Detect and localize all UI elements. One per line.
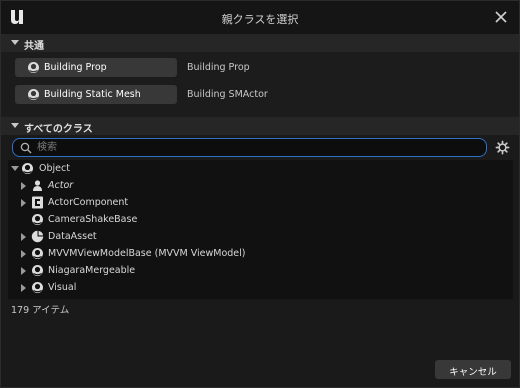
- expand-arrow-icon[interactable]: [21, 284, 26, 292]
- expand-arrow-icon[interactable]: [21, 250, 26, 258]
- class-sphere-icon: [32, 214, 43, 225]
- title-bar: 親クラスを選択: [1, 1, 519, 34]
- building-static-mesh-description: Building SMActor: [187, 89, 268, 100]
- class-sphere-icon: [22, 163, 33, 174]
- collapse-arrow-icon: [11, 40, 19, 45]
- tree-item-actor[interactable]: Actor: [8, 177, 513, 194]
- tree-item-mvvmviewmodelbase[interactable]: MVVMViewModelBase (MVVM ViewModel): [8, 245, 513, 262]
- gear-icon[interactable]: [495, 140, 510, 155]
- actor-icon: [33, 180, 42, 191]
- tree-item-label: CameraShakeBase: [48, 214, 138, 225]
- component-icon: [32, 196, 43, 209]
- tree-item-camerashakebase[interactable]: CameraShakeBase: [8, 211, 513, 228]
- building-prop-description: Building Prop: [187, 62, 250, 73]
- tree-item-actorcomponent[interactable]: ActorComponent: [8, 194, 513, 211]
- class-sphere-icon: [32, 248, 43, 259]
- data-asset-icon: [31, 230, 44, 243]
- search-input[interactable]: [37, 140, 477, 155]
- common-classes-list: Building Prop Building Prop Building Sta…: [1, 52, 519, 117]
- search-box[interactable]: [12, 138, 487, 157]
- tree-item-label: MVVMViewModelBase (MVVM ViewModel): [48, 248, 246, 259]
- tree-item-label: Visual: [48, 282, 77, 293]
- search-icon: [20, 142, 32, 154]
- class-picker-dialog: 親クラスを選択 共通 Building Prop Building Prop B…: [0, 0, 520, 388]
- tree-item-label: ActorComponent: [48, 197, 129, 208]
- search-row: [1, 136, 519, 160]
- building-prop-button[interactable]: Building Prop: [15, 58, 177, 77]
- tree-item-label: Object: [39, 163, 70, 174]
- expand-arrow-icon[interactable]: [21, 233, 26, 241]
- class-tree: Object Actor ActorComponent CameraShakeB…: [8, 160, 513, 299]
- tree-item-label: NiagaraMergeable: [48, 265, 136, 276]
- building-static-mesh-button-label: Building Static Mesh: [44, 89, 141, 100]
- all-classes-section-label: すべてのクラス: [24, 124, 93, 135]
- tree-item-label: Actor: [48, 180, 74, 191]
- dialog-title: 親クラスを選択: [221, 13, 299, 26]
- common-section-header[interactable]: 共通: [1, 34, 519, 52]
- expand-arrow-icon[interactable]: [11, 166, 19, 171]
- cancel-button[interactable]: キャンセル: [435, 360, 511, 379]
- class-sphere-icon: [32, 265, 43, 276]
- expand-arrow-icon[interactable]: [21, 267, 26, 275]
- class-sphere-icon: [28, 62, 39, 73]
- tree-item-visual[interactable]: Visual: [8, 279, 513, 296]
- class-sphere-icon: [28, 89, 39, 100]
- expand-arrow-icon[interactable]: [21, 199, 26, 207]
- item-count: 179 アイテム: [11, 305, 70, 316]
- expand-arrow-icon[interactable]: [21, 182, 26, 190]
- common-section-label: 共通: [24, 41, 44, 52]
- class-sphere-icon: [32, 282, 43, 293]
- all-classes-section-header[interactable]: すべてのクラス: [1, 117, 519, 135]
- tree-item-object[interactable]: Object: [8, 160, 513, 177]
- tree-item-label: DataAsset: [48, 231, 97, 242]
- building-prop-button-label: Building Prop: [44, 62, 107, 73]
- cancel-button-label: キャンセル: [449, 367, 497, 378]
- collapse-arrow-icon: [11, 123, 19, 128]
- tree-item-dataasset[interactable]: DataAsset: [8, 228, 513, 245]
- building-static-mesh-button[interactable]: Building Static Mesh: [15, 85, 177, 104]
- close-icon[interactable]: [493, 9, 509, 25]
- tree-item-niagaramergeable[interactable]: NiagaraMergeable: [8, 262, 513, 279]
